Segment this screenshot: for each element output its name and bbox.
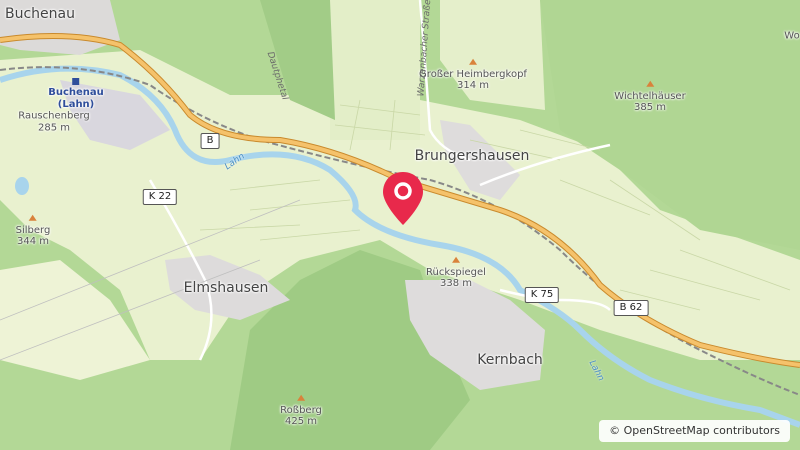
peak-silberg: Silberg 344 m — [15, 213, 51, 248]
road-shield-b: B — [200, 133, 220, 149]
town-label-brungershausen: Brungershausen — [414, 147, 530, 164]
peak-grosser-heimbergkopf: Großer Heimbergkopf 314 m — [419, 57, 527, 92]
peak-rauschenberg: Rauschenberg 285 m — [18, 111, 90, 134]
town-label-buchenau: Buchenau — [5, 5, 75, 22]
peak-name: Silberg — [15, 224, 51, 236]
station-icon — [72, 78, 80, 85]
location-pin-icon[interactable] — [380, 170, 426, 228]
peak-triangle-icon — [16, 213, 51, 225]
town-label-kernbach: Kernbach — [477, 351, 543, 368]
station-name: Buchenau — [48, 87, 104, 98]
peak-name: Rauschenberg — [18, 110, 90, 122]
peak-name: Wichtelhäuser — [614, 90, 686, 102]
road-shield-b62: B 62 — [613, 300, 649, 316]
peak-triangle-icon — [419, 57, 527, 69]
station-suffix: (Lahn) — [57, 98, 95, 110]
peak-triangle-icon — [280, 393, 322, 405]
peak-elevation: 314 m — [456, 79, 489, 91]
peak-name: Roßberg — [280, 404, 322, 416]
peak-name: Großer Heimbergkopf — [419, 68, 527, 80]
peak-elevation: 285 m — [37, 122, 71, 133]
meadow-north — [330, 0, 420, 140]
edge-label: Wo — [784, 30, 800, 42]
peak-name: Rückspiegel — [426, 266, 486, 278]
town-label-elmshausen: Elmshausen — [183, 279, 269, 296]
peak-wichtelhauser: Wichtelhäuser 385 m — [614, 79, 686, 114]
map-attribution[interactable]: © OpenStreetMap contributors — [599, 420, 790, 442]
peak-triangle-icon — [426, 255, 486, 267]
road-shield-k22: K 22 — [142, 189, 178, 205]
peak-triangle-icon — [614, 79, 685, 91]
road-shield-k75: K 75 — [524, 287, 560, 303]
peak-rossberg: Roßberg 425 m — [280, 393, 322, 428]
pond — [15, 177, 29, 195]
peak-elevation: 344 m — [16, 235, 49, 247]
peak-elevation: 425 m — [284, 415, 318, 427]
peak-elevation: 385 m — [633, 101, 667, 113]
peak-ruckspiegel: Rückspiegel 338 m — [426, 255, 486, 290]
peak-elevation: 338 m — [439, 277, 472, 289]
station-label: Buchenau (Lahn) — [48, 78, 104, 110]
